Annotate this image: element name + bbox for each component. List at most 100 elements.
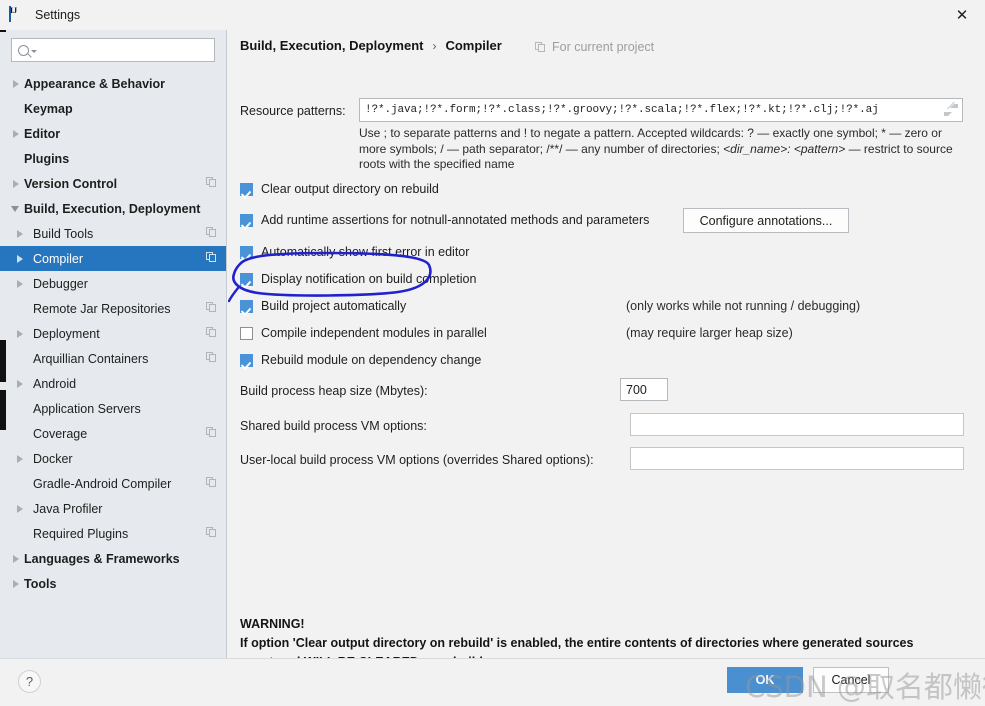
sidebar-item-android[interactable]: Android xyxy=(0,371,226,396)
shared-vm-options-input[interactable] xyxy=(630,413,964,436)
expand-arrows-icon[interactable] xyxy=(940,99,962,121)
checkbox-display-notification[interactable]: Display notification on build completion xyxy=(240,272,476,286)
settings-tree: Appearance & Behavior Keymap Editor Plugins… xyxy=(0,71,226,596)
checkbox-box[interactable] xyxy=(240,182,253,196)
resource-patterns-hint: Use ; to separate patterns and ! to nega… xyxy=(359,126,964,173)
sidebar-item-label: Editor xyxy=(24,126,61,141)
sidebar-item-label: Required Plugins xyxy=(33,526,129,541)
sidebar-item-label: Docker xyxy=(33,451,73,466)
screen-edge-artifact xyxy=(0,390,6,430)
sidebar-item-plugins[interactable]: Plugins xyxy=(0,146,226,171)
window-title: Settings xyxy=(35,8,81,22)
checkbox-add-runtime-assertions[interactable]: Add runtime assertions for notnull-annot… xyxy=(240,213,649,227)
project-scope-icon xyxy=(206,527,217,538)
sidebar-item-appearance-behavior[interactable]: Appearance & Behavior xyxy=(0,71,226,96)
breadcrumb-parent[interactable]: Build, Execution, Deployment xyxy=(240,38,423,53)
checkbox-box[interactable] xyxy=(240,272,253,286)
sidebar-item-label: Compiler xyxy=(33,251,84,266)
sidebar-item-build-tools[interactable]: Build Tools xyxy=(0,221,226,246)
resource-patterns-label: Resource patterns: xyxy=(240,104,346,118)
configure-annotations-button[interactable]: Configure annotations... xyxy=(683,208,849,233)
heap-size-input[interactable]: 700 xyxy=(620,378,668,401)
checkbox-rebuild-module-on-dependency-change[interactable]: Rebuild module on dependency change xyxy=(240,353,481,367)
checkbox-auto-show-first-error[interactable]: Automatically show first error in editor xyxy=(240,245,469,259)
sidebar-item-required-plugins[interactable]: Required Plugins xyxy=(0,521,226,546)
checkbox-box[interactable] xyxy=(240,245,253,259)
chevron-right-icon[interactable] xyxy=(14,252,28,266)
sidebar-item-docker[interactable]: Docker xyxy=(0,446,226,471)
checkbox-label: Clear output directory on rebuild xyxy=(261,182,439,196)
checkbox-box[interactable] xyxy=(240,326,253,340)
compiler-settings-panel: Build, Execution, Deployment › Compiler … xyxy=(228,30,985,669)
sidebar-item-label: Coverage xyxy=(33,426,88,441)
chevron-right-icon[interactable] xyxy=(10,552,24,566)
chevron-right-icon[interactable] xyxy=(14,327,28,341)
sidebar-item-label: Plugins xyxy=(24,151,70,166)
sidebar-item-arquillian-containers[interactable]: Arquillian Containers xyxy=(0,346,226,371)
help-icon[interactable]: ? xyxy=(18,670,41,693)
sidebar-item-label: Arquillian Containers xyxy=(33,351,149,366)
sidebar-item-label: Gradle-Android Compiler xyxy=(33,476,172,491)
search-input[interactable] xyxy=(37,39,214,61)
project-scope-icon xyxy=(206,427,217,438)
search-wrapper xyxy=(0,30,226,62)
sidebar-item-gradle-android-compiler[interactable]: Gradle-Android Compiler xyxy=(0,471,226,496)
hint-line-1: Use ; to separate patterns and ! to nega… xyxy=(359,126,942,140)
chevron-right-icon[interactable] xyxy=(14,377,28,391)
checkbox-box[interactable] xyxy=(240,213,253,227)
sidebar-item-version-control[interactable]: Version Control xyxy=(0,171,226,196)
chevron-right-icon[interactable] xyxy=(10,127,24,141)
hint-line-2b: <dir_name>: <pattern> xyxy=(723,141,846,156)
checkbox-label: Add runtime assertions for notnull-annot… xyxy=(261,213,650,227)
sidebar-item-application-servers[interactable]: Application Servers xyxy=(0,396,226,421)
chevron-right-icon[interactable] xyxy=(14,502,28,516)
checkbox-clear-output-directory[interactable]: Clear output directory on rebuild xyxy=(240,182,439,196)
sidebar-item-remote-jar-repositories[interactable]: Remote Jar Repositories xyxy=(0,296,226,321)
sidebar-item-coverage[interactable]: Coverage xyxy=(0,421,226,446)
hint-line-3: roots with the specified name xyxy=(359,157,515,171)
breadcrumb: Build, Execution, Deployment › Compiler xyxy=(240,38,502,53)
sidebar-item-keymap[interactable]: Keymap xyxy=(0,96,226,121)
close-icon[interactable]: ✕ xyxy=(939,0,985,30)
sidebar-item-build-execution-deployment[interactable]: Build, Execution, Deployment xyxy=(0,196,226,221)
checkbox-build-project-automatically[interactable]: Build project automatically xyxy=(240,299,406,313)
sidebar-item-label: Build Tools xyxy=(33,226,94,241)
heap-size-value: 700 xyxy=(626,382,647,397)
sidebar-item-java-profiler[interactable]: Java Profiler xyxy=(0,496,226,521)
project-scope-icon xyxy=(206,227,217,238)
chevron-right-icon[interactable] xyxy=(14,277,28,291)
checkbox-box[interactable] xyxy=(240,353,253,367)
hint-line-2a: more symbols; / — path separator; /**/ —… xyxy=(359,141,724,156)
checkbox-label: Compile independent modules in parallel xyxy=(261,326,487,340)
sidebar-item-debugger[interactable]: Debugger xyxy=(0,271,226,296)
userlocal-vm-options-input[interactable] xyxy=(630,447,964,470)
sidebar-item-label: Java Profiler xyxy=(33,501,103,516)
sidebar-item-editor[interactable]: Editor xyxy=(0,121,226,146)
chevron-right-icon[interactable] xyxy=(10,577,24,591)
sidebar-item-languages-frameworks[interactable]: Languages & Frameworks xyxy=(0,546,226,571)
title-bar: Settings ✕ xyxy=(0,0,985,30)
project-scope-icon xyxy=(206,327,217,338)
chevron-right-icon[interactable] xyxy=(14,227,28,241)
resource-patterns-input[interactable]: !?*.java;!?*.form;!?*.class;!?*.groovy;!… xyxy=(359,98,963,122)
checkbox-box[interactable] xyxy=(240,299,253,313)
project-scope-icon xyxy=(206,252,217,263)
chevron-down-icon[interactable] xyxy=(10,202,24,216)
chevron-right-icon[interactable] xyxy=(14,452,28,466)
sidebar-item-compiler[interactable]: Compiler xyxy=(0,246,226,271)
screen-edge-artifact xyxy=(0,30,6,32)
sidebar-item-label: Keymap xyxy=(24,101,73,116)
shared-vm-options-label: Shared build process VM options: xyxy=(240,419,427,433)
chevron-right-icon[interactable] xyxy=(10,177,24,191)
breadcrumb-separator-icon: › xyxy=(432,38,437,53)
chevron-right-icon[interactable] xyxy=(10,77,24,91)
search-box[interactable] xyxy=(11,38,215,62)
sidebar-item-tools[interactable]: Tools xyxy=(0,571,226,596)
checkbox-label: Automatically show first error in editor xyxy=(261,245,470,259)
checkbox-compile-independent-modules[interactable]: Compile independent modules in parallel xyxy=(240,326,487,340)
sidebar-item-deployment[interactable]: Deployment xyxy=(0,321,226,346)
